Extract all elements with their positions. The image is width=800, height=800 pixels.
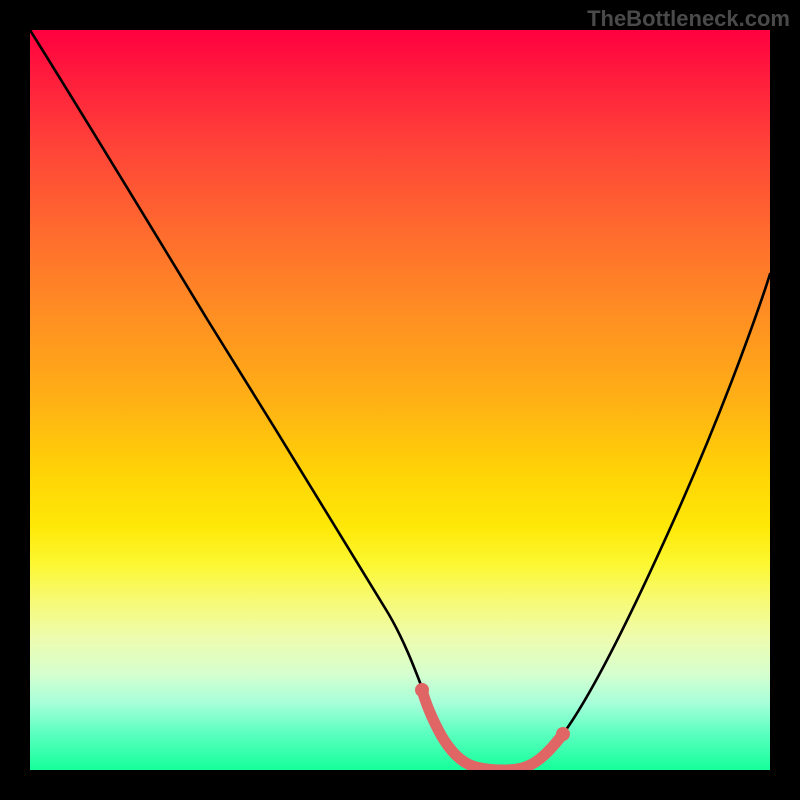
bottleneck-curve [30,30,770,770]
highlight-end-dot [556,727,570,741]
watermark-text: TheBottleneck.com [587,6,790,32]
highlight-start-dot [415,683,429,697]
chart-stage: TheBottleneck.com [0,0,800,800]
plot-area [30,30,770,770]
optimal-range-highlight [422,690,563,770]
curve-svg [30,30,770,770]
